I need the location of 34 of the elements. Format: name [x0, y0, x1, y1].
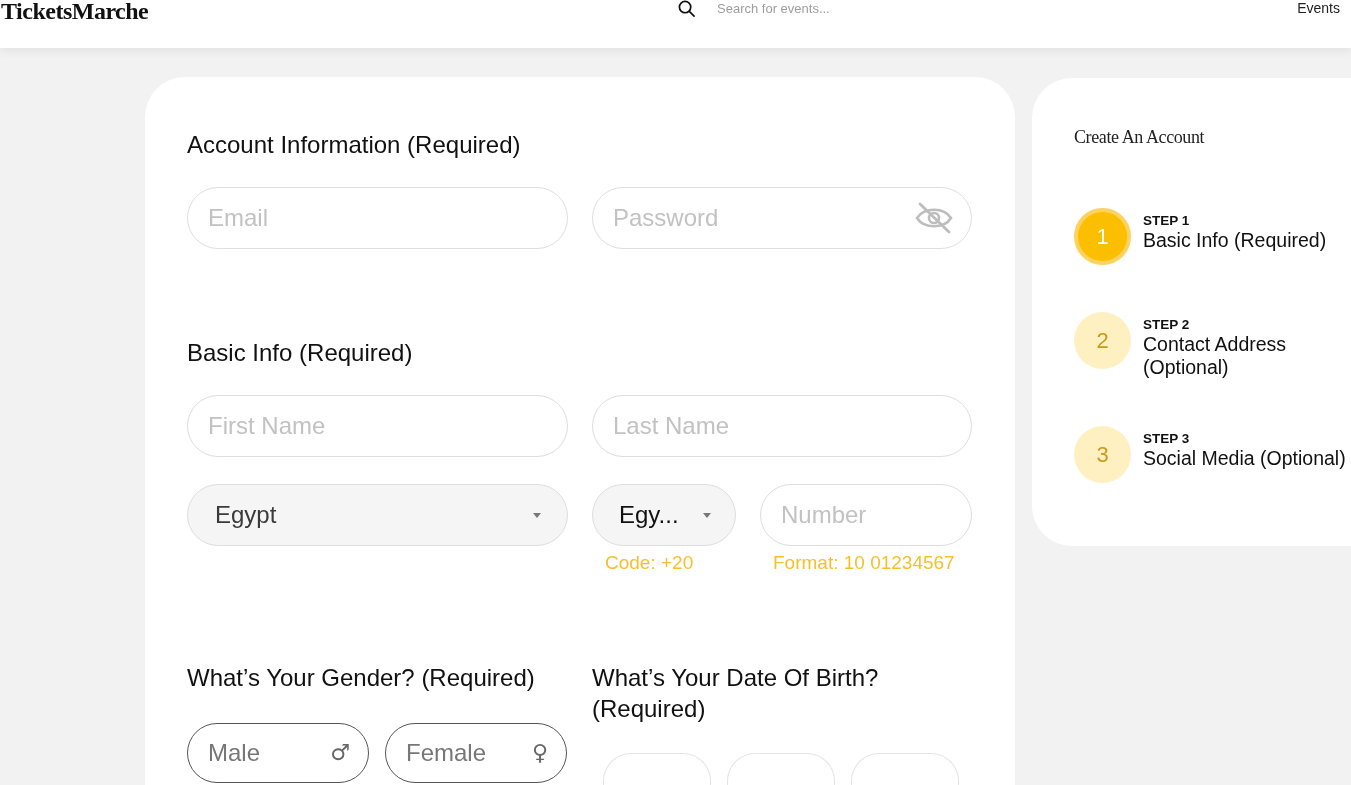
panel-title: Create An Account [1074, 126, 1206, 148]
section-heading: Basic Info (Required) [187, 338, 414, 368]
field-hint: Format: 10 01234567 [772, 552, 955, 574]
question-label: What’s Your Date Of Birth? (Required) [592, 663, 880, 724]
text-field[interactable]: Number [760, 484, 972, 546]
date-field[interactable] [603, 753, 711, 785]
text-field[interactable]: Last Name [592, 395, 972, 457]
password-field[interactable]: Password [592, 187, 972, 249]
search-field[interactable]: Search for events... [717, 0, 937, 16]
step-title: Social Media (Optional) [1143, 447, 1346, 470]
step-label: STEP 2 [1143, 316, 1191, 333]
eye-slash-icon[interactable] [915, 202, 953, 234]
step-title: Contact Address (Optional) [1143, 333, 1288, 379]
male-symbol-icon: ♂ [330, 741, 350, 765]
female-symbol-icon: ♀ [531, 741, 548, 765]
dropdown[interactable]: Egy... [592, 484, 736, 546]
search-icon[interactable] [678, 0, 695, 17]
nav-link[interactable]: Events [1297, 0, 1340, 16]
site-logo[interactable]: TicketsMarche [0, 0, 149, 22]
text-field[interactable]: Email [187, 187, 568, 249]
section-heading: Account Information (Required) [187, 130, 522, 160]
step-label: STEP 1 [1143, 212, 1191, 229]
caret-icon [703, 512, 711, 518]
dropdown[interactable]: Egypt [187, 484, 568, 546]
caret-icon [533, 512, 541, 518]
date-field[interactable] [727, 753, 835, 785]
step-label: STEP 3 [1143, 430, 1191, 447]
field-hint: Code: +20 [604, 552, 694, 574]
question-label: What’s Your Gender? (Required) [187, 663, 536, 693]
step-title: Basic Info (Required) [1143, 229, 1327, 252]
date-field[interactable] [851, 753, 959, 785]
text-field[interactable]: First Name [187, 395, 568, 457]
gender-option[interactable]: Male ♂ [187, 723, 369, 783]
gender-option[interactable]: Female ♀ [385, 723, 567, 783]
